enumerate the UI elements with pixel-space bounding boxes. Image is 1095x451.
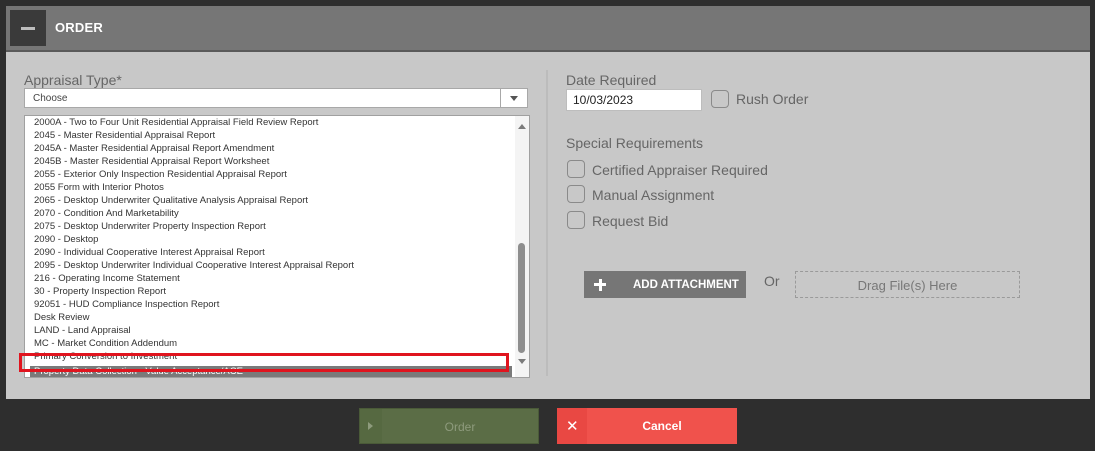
panel-title: ORDER bbox=[55, 20, 103, 35]
request-bid-checkbox[interactable] bbox=[567, 211, 585, 229]
list-scrollbar[interactable] bbox=[515, 116, 529, 377]
option-item[interactable]: Desk Review bbox=[34, 311, 89, 324]
certified-appraiser-label: Certified Appraiser Required bbox=[592, 162, 768, 178]
option-item[interactable]: 92051 - HUD Compliance Inspection Report bbox=[34, 298, 219, 311]
option-item[interactable]: 2065 - Desktop Underwriter Qualitative A… bbox=[34, 194, 308, 207]
selected-option[interactable]: Property Data Collection - Value Accepta… bbox=[30, 366, 512, 377]
scroll-down-icon[interactable] bbox=[518, 359, 526, 364]
option-item[interactable]: Primary Conversion to Investment bbox=[34, 350, 177, 363]
cancel-button[interactable]: ✕ Cancel bbox=[557, 408, 737, 444]
option-item[interactable]: 30 - Property Inspection Report bbox=[34, 285, 166, 298]
option-item[interactable]: 2090 - Individual Cooperative Interest A… bbox=[34, 246, 265, 259]
dropdown-toggle[interactable] bbox=[500, 89, 527, 107]
or-text: Or bbox=[764, 273, 780, 289]
column-divider bbox=[546, 70, 548, 376]
date-required-input[interactable]: 10/03/2023 bbox=[566, 89, 702, 111]
order-button[interactable]: Order bbox=[359, 408, 539, 444]
drop-zone-label: Drag File(s) Here bbox=[857, 278, 958, 293]
option-item[interactable]: 2070 - Condition And Marketability bbox=[34, 207, 179, 220]
option-item[interactable]: 2045 - Master Residential Appraisal Repo… bbox=[34, 129, 215, 142]
rush-order-label: Rush Order bbox=[736, 91, 809, 107]
add-attachment-label: ADD ATTACHMENT bbox=[633, 279, 739, 291]
option-item[interactable]: 2055 Form with Interior Photos bbox=[34, 181, 164, 194]
rush-order-checkbox[interactable] bbox=[711, 90, 729, 108]
special-requirements-label: Special Requirements bbox=[566, 135, 703, 151]
option-item[interactable]: 2045B - Master Residential Appraisal Rep… bbox=[34, 155, 269, 168]
option-item[interactable]: 2075 - Desktop Underwriter Property Insp… bbox=[34, 220, 266, 233]
option-item[interactable]: 216 - Operating Income Statement bbox=[34, 272, 180, 285]
option-item[interactable]: 2090 - Desktop bbox=[34, 233, 98, 246]
scroll-up-icon[interactable] bbox=[518, 124, 526, 129]
manual-assignment-checkbox[interactable] bbox=[567, 185, 585, 203]
manual-assignment-label: Manual Assignment bbox=[592, 187, 715, 203]
scroll-thumb[interactable] bbox=[518, 243, 525, 353]
option-item[interactable]: 2045A - Master Residential Appraisal Rep… bbox=[34, 142, 274, 155]
add-attachment-button[interactable]: ADD ATTACHMENT bbox=[584, 271, 746, 298]
certified-appraiser-checkbox[interactable] bbox=[567, 160, 585, 178]
panel-header: ORDER bbox=[6, 6, 1090, 52]
play-icon bbox=[360, 409, 382, 443]
order-label: Order bbox=[444, 420, 476, 434]
appraisal-type-select[interactable]: Choose bbox=[24, 88, 528, 108]
request-bid-label: Request Bid bbox=[592, 213, 669, 229]
order-panel: ORDER Appraisal Type* Choose 2000A - Two… bbox=[6, 6, 1090, 399]
option-item[interactable]: MC - Market Condition Addendum bbox=[34, 337, 177, 350]
plus-icon bbox=[584, 271, 616, 298]
option-item[interactable]: 2095 - Desktop Underwriter Individual Co… bbox=[34, 259, 354, 272]
option-item[interactable]: 2055 - Exterior Only Inspection Resident… bbox=[34, 168, 287, 181]
appraisal-type-options[interactable]: 2000A - Two to Four Unit Residential App… bbox=[24, 115, 530, 378]
chevron-down-icon bbox=[510, 96, 518, 101]
cancel-label: Cancel bbox=[642, 419, 682, 433]
file-drop-zone[interactable]: Drag File(s) Here bbox=[795, 271, 1020, 298]
collapse-button[interactable] bbox=[10, 10, 46, 46]
select-value: Choose bbox=[33, 93, 68, 104]
close-icon: ✕ bbox=[557, 408, 587, 444]
appraisal-type-label: Appraisal Type* bbox=[24, 72, 122, 88]
minus-icon bbox=[21, 27, 35, 30]
date-required-label: Date Required bbox=[566, 72, 657, 88]
option-item[interactable]: LAND - Land Appraisal bbox=[34, 324, 131, 337]
option-item[interactable]: 2000A - Two to Four Unit Residential App… bbox=[34, 116, 318, 129]
